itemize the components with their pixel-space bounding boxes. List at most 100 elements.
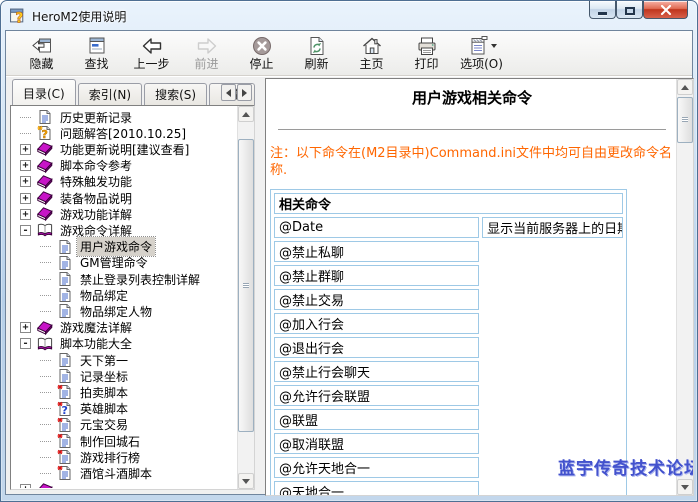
topic-scroll-down-button[interactable]	[677, 479, 693, 495]
tree-item[interactable]: 物品绑定	[12, 287, 131, 303]
toolbar-hide-button[interactable]: 隐藏	[14, 32, 69, 74]
expand-toggle[interactable]: +	[20, 144, 31, 155]
book-closed-icon	[37, 141, 53, 157]
expand-toggle[interactable]: +	[20, 193, 31, 204]
tree-item[interactable]: 用户游戏命令	[12, 239, 155, 255]
tree-item[interactable]: +游戏魔法详解	[12, 320, 135, 336]
tree-item[interactable]: -脚本功能大全	[12, 336, 135, 352]
topic-scrollbar-thumb[interactable]	[677, 97, 693, 143]
minimize-button[interactable]	[589, 1, 616, 19]
topic-page-new-icon	[57, 433, 73, 449]
toolbar-print-button[interactable]: 打印	[399, 32, 454, 74]
expand-toggle[interactable]: +	[20, 209, 31, 220]
collapse-toggle[interactable]: -	[20, 338, 31, 349]
tree-item[interactable]: +	[12, 482, 63, 488]
topic-page-icon	[37, 109, 53, 125]
description-cell	[482, 289, 623, 310]
tree-item[interactable]: 物品绑定人物	[12, 303, 155, 319]
command-cell: @允许行会联盟	[274, 385, 479, 406]
tree-item[interactable]: 制作回城石	[12, 433, 143, 449]
titlebar[interactable]: ? HeroM2使用说明	[1, 1, 697, 30]
tree-item[interactable]: ?英雄脚本	[12, 401, 131, 417]
svg-text:?: ?	[62, 404, 68, 417]
pane-splitter[interactable]	[255, 105, 265, 490]
tab-scroll-right-button[interactable]	[237, 84, 252, 101]
toolbar-locate-button[interactable]: 查找	[69, 32, 124, 74]
expand-toggle[interactable]: +	[20, 176, 31, 187]
refresh-icon	[306, 34, 328, 57]
tab-scroll-left-button[interactable]	[221, 84, 236, 101]
description-cell: 显示当前服务器上的日期时间	[482, 217, 623, 238]
locate-icon	[86, 34, 108, 57]
hide-panel-icon	[31, 34, 53, 57]
command-cell: @禁止交易	[274, 289, 479, 310]
toolbar-stop-button[interactable]: 停止	[234, 32, 289, 74]
tab-strip: 目录(C)索引(N)搜索(S)收藏	[10, 79, 256, 105]
toolbar-refresh-button[interactable]: 刷新	[289, 32, 344, 74]
book-open-icon	[37, 336, 53, 352]
description-cell	[482, 361, 623, 382]
expand-toggle[interactable]: +	[20, 322, 31, 333]
forward-arrow-icon	[196, 34, 218, 57]
toolbar-button-label: 刷新	[304, 57, 328, 72]
tree-connector	[40, 408, 51, 409]
topic-scrollbar[interactable]	[676, 79, 693, 495]
toolbar-button-label: 打印	[414, 57, 438, 72]
tree-item[interactable]: 游戏排行榜	[12, 449, 143, 465]
tree-connector	[40, 295, 51, 296]
command-cell: @退出行会	[274, 337, 479, 358]
toolbar-home-button[interactable]: 主页	[344, 32, 399, 74]
tree-item[interactable]: +游戏功能详解	[12, 206, 135, 222]
command-cell: @加入行会	[274, 313, 479, 334]
tree-scroll-down-button[interactable]	[238, 473, 254, 489]
tree-connector	[40, 311, 51, 312]
toolbar-button-label: 前进	[194, 57, 218, 72]
toolbar: 隐藏查找上一步前进 停止 刷新 主页打印 选项(O)	[6, 31, 692, 76]
tree-item[interactable]: 历史更新记录	[12, 109, 135, 125]
book-open-icon	[37, 222, 53, 238]
tree-item[interactable]: 记录坐标	[12, 368, 131, 384]
toolbar-button-label: 停止	[249, 57, 273, 72]
collapse-toggle[interactable]: -	[20, 225, 31, 236]
tree-scrollbar[interactable]	[237, 106, 254, 489]
toolbar-options-button[interactable]: 选项(O)	[454, 32, 509, 74]
tree-item[interactable]: +特殊触发功能	[12, 174, 135, 190]
tree-item[interactable]: 酒馆斗酒脚本	[12, 465, 155, 481]
close-button[interactable]	[643, 1, 688, 19]
tab-contents[interactable]: 目录(C)	[12, 79, 76, 105]
topic-title: 用户游戏相关命令	[266, 87, 678, 108]
help-app-icon: ?	[10, 7, 27, 24]
tabs: 目录(C)索引(N)搜索(S)收藏	[10, 79, 255, 105]
tree-item[interactable]: 天下第一	[12, 352, 131, 368]
tree-item[interactable]: +装备物品说明	[12, 190, 135, 206]
commands-table: 相关命令 @Date显示当前服务器上的日期时间@禁止私聊@禁止群聊@禁止交易@加…	[270, 189, 627, 496]
minimize-icon	[598, 12, 607, 15]
left-arrow-icon	[226, 89, 231, 97]
watermark-text: 蓝宇传奇技术论坛	[558, 454, 694, 479]
tab-index[interactable]: 索引(N)	[78, 83, 142, 105]
expand-toggle[interactable]: +	[20, 484, 31, 488]
toolbar-back-button[interactable]: 上一步	[124, 32, 179, 74]
description-cell	[482, 481, 623, 496]
topic-page-icon	[57, 352, 73, 368]
topic-scroll-up-button[interactable]	[677, 79, 693, 95]
tree-item[interactable]: 禁止登录列表控制详解	[12, 271, 203, 287]
tree-item[interactable]: ?问题解答[2010.10.25]	[12, 125, 189, 141]
contents-tree: 历史更新记录?问题解答[2010.10.25]+功能更新说明[建议查看]+脚本命…	[12, 107, 253, 488]
tree-item[interactable]: +功能更新说明[建议查看]	[12, 141, 192, 157]
topic-page-new-icon	[57, 384, 73, 400]
print-icon	[416, 34, 438, 57]
tab-search[interactable]: 搜索(S)	[144, 83, 207, 105]
expand-toggle[interactable]: +	[20, 160, 31, 171]
tree-scroll-up-button[interactable]	[238, 106, 254, 122]
tree-item[interactable]: 元宝交易	[12, 417, 131, 433]
tree-item[interactable]: -游戏命令详解	[12, 222, 135, 238]
tree-scrollbar-thumb[interactable]	[238, 139, 254, 432]
tree-item[interactable]: GM管理命令	[12, 255, 151, 271]
maximize-button[interactable]	[616, 1, 643, 19]
commands-table-body: 相关命令 @Date显示当前服务器上的日期时间@禁止私聊@禁止群聊@禁止交易@加…	[274, 193, 623, 496]
tree-item[interactable]: 拍卖脚本	[12, 384, 131, 400]
tree-item[interactable]: +脚本命令参考	[12, 158, 135, 174]
toolbar-forward-button: 前进	[179, 32, 234, 74]
description-cell	[482, 241, 623, 262]
